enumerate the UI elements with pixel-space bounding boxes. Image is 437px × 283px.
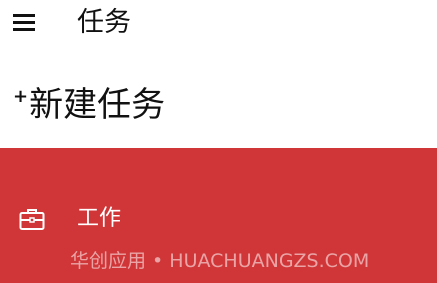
list-item-label: 工作 bbox=[77, 206, 122, 231]
list-item-work[interactable]: 工作 bbox=[0, 198, 437, 242]
new-task-button[interactable]: + 新建任务 bbox=[13, 82, 165, 132]
plus-icon: + bbox=[13, 86, 29, 107]
hamburger-menu-icon[interactable] bbox=[13, 13, 37, 33]
app-header: 任务 bbox=[0, 0, 437, 50]
new-task-label: 新建任务 bbox=[29, 85, 166, 125]
menu-line bbox=[13, 28, 35, 31]
task-list-panel: 工作 华创应用 • HUACHUANGZS.COM bbox=[0, 148, 437, 283]
menu-line bbox=[13, 21, 35, 24]
page-title: 任务 bbox=[77, 7, 131, 38]
menu-line bbox=[13, 14, 35, 17]
watermark-text: 华创应用 • HUACHUANGZS.COM bbox=[70, 250, 370, 272]
briefcase-icon bbox=[19, 209, 45, 230]
